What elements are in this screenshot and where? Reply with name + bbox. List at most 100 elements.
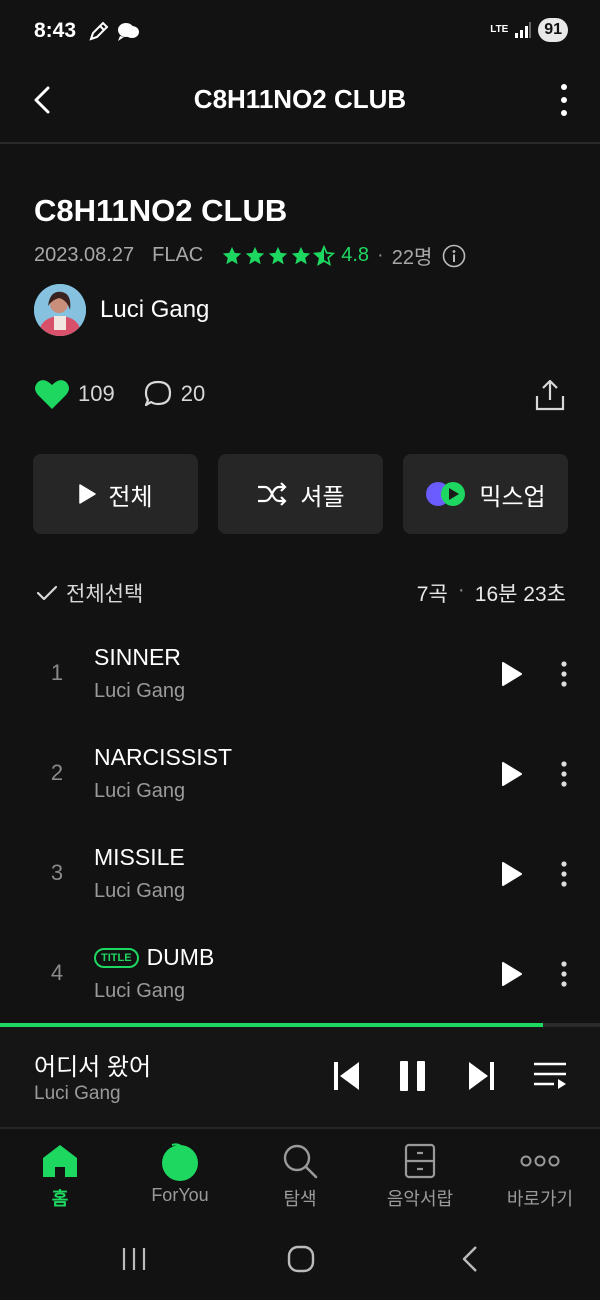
track-list: 1 SINNER Luci Gang 2 NARCISSIST Luci Gan… — [0, 624, 600, 1024]
nav-search-label: 탐색 — [283, 1189, 317, 1209]
header-divider — [0, 142, 600, 144]
track-number: 1 — [50, 660, 64, 685]
nav-home[interactable]: 홈 — [0, 1129, 120, 1219]
lte-indicator: LTE — [490, 24, 509, 35]
track-artist: Luci Gang — [94, 780, 186, 802]
system-back-icon[interactable] — [458, 1245, 482, 1273]
star-icon — [269, 246, 288, 264]
nav-library[interactable]: 음악서랍 — [360, 1129, 480, 1219]
pencil-icon — [89, 21, 109, 41]
track-row[interactable]: 3 MISSILE Luci Gang — [0, 824, 600, 924]
play-icon[interactable] — [500, 860, 524, 888]
nav-shortcuts-label: 바로가기 — [506, 1189, 574, 1209]
search-icon — [283, 1144, 318, 1179]
nav-foryou-label: ForYou — [151, 1185, 209, 1205]
track-number: 3 — [50, 860, 64, 885]
chat-bubble-icon — [118, 23, 139, 41]
battery-indicator: 91 — [538, 18, 568, 42]
separator-dot: · — [377, 244, 384, 266]
mini-player[interactable]: 어디서 왔어 Luci Gang — [0, 1027, 600, 1127]
play-all-button[interactable]: 전체 — [33, 454, 198, 534]
signal-icon — [515, 22, 532, 38]
more-vertical-icon[interactable] — [556, 860, 572, 888]
system-nav-bar — [0, 1219, 600, 1300]
previous-icon[interactable] — [332, 1059, 362, 1093]
shuffle-button[interactable]: 셔플 — [218, 454, 383, 534]
select-all-button[interactable]: 전체선택 — [36, 578, 143, 608]
play-icon[interactable] — [500, 660, 524, 688]
checkmark-icon — [36, 585, 58, 601]
share-icon[interactable] — [534, 378, 566, 412]
shuffle-icon — [258, 482, 287, 506]
track-artist: Luci Gang — [94, 880, 186, 902]
nav-home-label: 홈 — [51, 1189, 69, 1209]
release-date: 2023.08.27 — [34, 244, 135, 266]
foryou-icon — [162, 1143, 198, 1181]
artist-name[interactable]: Luci Gang — [100, 296, 209, 324]
title-track-badge: TITLE — [94, 947, 139, 968]
track-number: 4 — [50, 960, 64, 985]
bottom-nav: 홈 ForYou 탐색 음악서랍 바로가기 — [0, 1129, 600, 1219]
action-buttons: 전체 셔플 믹스업 — [33, 454, 568, 534]
track-row[interactable]: 1 SINNER Luci Gang — [0, 624, 600, 724]
track-title: DUMB — [146, 944, 215, 970]
heart-icon[interactable] — [34, 378, 70, 410]
star-icon — [246, 246, 265, 264]
shuffle-label: 셔플 — [300, 483, 345, 511]
track-count: 7곡 — [416, 583, 448, 606]
status-time: 8:43 — [34, 19, 77, 42]
track-row[interactable]: 2 NARCISSIST Luci Gang — [0, 724, 600, 824]
track-number: 2 — [50, 760, 64, 785]
star-icon — [223, 246, 242, 264]
more-vertical-icon[interactable] — [556, 660, 572, 688]
header-title: C8H11NO2 CLUB — [193, 84, 407, 114]
now-playing-title: 어디서 왔어 — [34, 1054, 152, 1081]
nav-foryou[interactable]: ForYou — [120, 1129, 240, 1219]
artist-row[interactable]: Luci Gang — [34, 284, 209, 336]
mixup-icon — [426, 482, 466, 506]
rating-stars[interactable] — [221, 244, 336, 267]
more-vertical-icon[interactable] — [554, 80, 574, 120]
select-all-label: 전체선택 — [66, 583, 144, 606]
more-horizontal-icon — [520, 1155, 560, 1167]
comment-count: 20 — [180, 381, 206, 406]
track-artist: Luci Gang — [94, 980, 186, 1002]
like-count: 109 — [78, 381, 115, 406]
mixup-button[interactable]: 믹스업 — [403, 454, 568, 534]
rating-value: 4.8 — [341, 244, 370, 266]
recent-apps-icon[interactable] — [120, 1245, 148, 1273]
next-icon[interactable] — [466, 1059, 496, 1093]
album-meta: 2023.08.27 FLAC 4.8 · 22명 — [34, 241, 466, 270]
separator-dot: · — [457, 578, 465, 601]
more-vertical-icon[interactable] — [556, 760, 572, 788]
artist-avatar[interactable] — [34, 284, 86, 336]
track-title: MISSILE — [94, 844, 185, 870]
half-star-icon — [313, 244, 336, 266]
more-vertical-icon[interactable] — [556, 960, 572, 988]
track-summary: 7곡 · 16분 23초 — [417, 578, 566, 608]
track-row[interactable]: 4 TITLE DUMB Luci Gang — [0, 924, 600, 1024]
playlist-queue-icon[interactable] — [532, 1059, 568, 1093]
now-playing-artist: Luci Gang — [34, 1083, 121, 1104]
pause-icon[interactable] — [398, 1059, 428, 1093]
drawer-icon — [404, 1143, 436, 1179]
track-title: SINNER — [94, 644, 181, 670]
track-title: NARCISSIST — [94, 744, 233, 770]
nav-library-label: 음악서랍 — [386, 1189, 454, 1209]
total-duration: 16분 23초 — [474, 583, 566, 606]
play-all-label: 전체 — [108, 483, 153, 511]
comment-icon[interactable] — [143, 379, 173, 409]
status-bar: 8:43 LTE 91 — [0, 0, 600, 62]
home-icon — [43, 1145, 77, 1177]
nav-search[interactable]: 탐색 — [240, 1129, 360, 1219]
nav-shortcuts[interactable]: 바로가기 — [480, 1129, 600, 1219]
status-notification-icons — [88, 20, 140, 42]
rating-count: 22명 — [391, 247, 433, 269]
play-icon — [79, 484, 97, 504]
play-icon[interactable] — [500, 960, 524, 988]
play-icon[interactable] — [500, 760, 524, 788]
info-icon[interactable] — [442, 244, 466, 268]
album-title: C8H11NO2 CLUB — [34, 193, 288, 228]
track-artist: Luci Gang — [94, 680, 186, 702]
system-home-icon[interactable] — [287, 1245, 315, 1273]
